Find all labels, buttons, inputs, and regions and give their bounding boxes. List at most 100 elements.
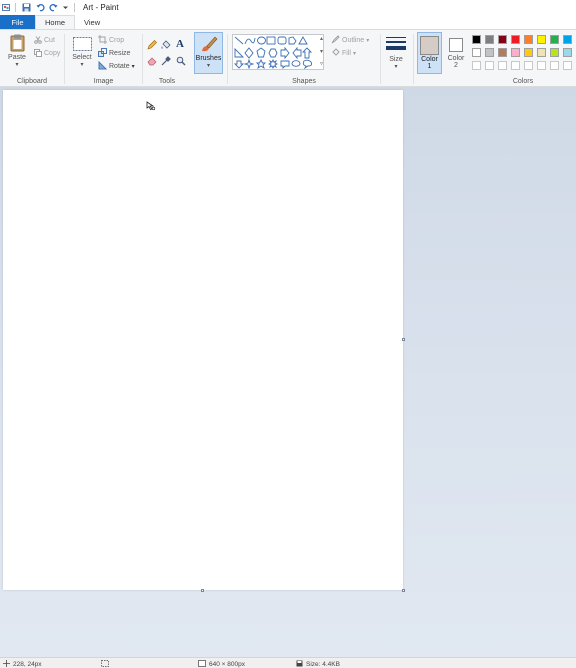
shapes-expand-icon[interactable]: ▿ <box>320 60 323 67</box>
palette-swatch[interactable] <box>524 35 533 44</box>
tab-file[interactable]: File <box>0 15 35 29</box>
text-tool-icon[interactable]: A <box>176 38 184 50</box>
palette-swatch[interactable] <box>537 35 546 44</box>
selection-icon <box>101 660 109 668</box>
color2-number: 2 <box>454 62 458 69</box>
undo-icon[interactable] <box>36 3 45 12</box>
cursor-position-text: 228, 24px <box>13 661 42 668</box>
palette-swatch[interactable] <box>511 61 520 70</box>
save-icon[interactable] <box>22 3 31 12</box>
crop-icon <box>98 35 107 46</box>
cursor-icon <box>146 101 156 113</box>
file-size-text: Size: 4.4KB <box>306 661 340 668</box>
crop-label: Crop <box>109 37 125 44</box>
image-group: Select ▾ Crop Resize Rotate ▾ Image <box>65 30 142 87</box>
palette-swatch[interactable] <box>472 35 481 44</box>
paint-app-icon[interactable] <box>2 3 11 12</box>
colors-group: Colors <box>470 30 576 87</box>
brushes-button[interactable]: Brushes ▾ <box>194 32 223 74</box>
palette-swatch[interactable] <box>563 35 572 44</box>
palette-swatch[interactable] <box>524 48 533 57</box>
brushes-label: Brushes <box>195 55 222 62</box>
select-button[interactable]: Select ▾ <box>71 34 93 74</box>
pencil-icon[interactable] <box>147 40 157 52</box>
outline-button[interactable]: Outline ▾ <box>331 35 369 46</box>
fill-button[interactable]: Fill ▾ <box>331 48 356 59</box>
palette-swatch[interactable] <box>563 61 572 70</box>
palette-swatch[interactable] <box>550 61 559 70</box>
paste-button[interactable]: Paste ▾ <box>5 34 29 74</box>
color1-swatch <box>420 36 439 55</box>
brushes-dropdown-icon: ▾ <box>206 63 210 69</box>
color2-label: Color <box>447 55 465 62</box>
select-dropdown-icon: ▾ <box>80 62 84 68</box>
rotate-dropdown-icon: ▾ <box>131 64 135 70</box>
canvas-size: 640 × 800px <box>198 660 245 668</box>
resize-button[interactable]: Resize <box>98 48 130 59</box>
palette-swatch[interactable] <box>550 35 559 44</box>
drawing-canvas[interactable] <box>3 90 403 590</box>
palette-swatch[interactable] <box>485 61 494 70</box>
cursor-position: 228, 24px <box>3 660 42 668</box>
redo-icon[interactable] <box>49 3 58 12</box>
ribbon: Paste ▾ Cut Copy Clipboard Select ▾ Crop… <box>0 29 576 87</box>
clipboard-group: Paste ▾ Cut Copy Clipboard <box>0 30 64 87</box>
outline-icon <box>331 35 340 46</box>
palette-swatch[interactable] <box>498 35 507 44</box>
brush-icon <box>200 35 218 53</box>
copy-button[interactable]: Copy <box>34 48 60 59</box>
resize-handle-bottom[interactable] <box>201 589 204 592</box>
shapes-scroll-down-icon[interactable]: ▾ <box>320 48 323 55</box>
resize-handle-corner[interactable] <box>402 589 405 592</box>
ribbon-tabs: File Home View <box>0 15 576 29</box>
size-button[interactable]: Size ▾ <box>384 34 408 76</box>
scissors-icon <box>34 35 42 46</box>
crosshair-icon <box>3 660 10 668</box>
tab-home[interactable]: Home <box>35 15 76 29</box>
customize-quick-access-icon[interactable] <box>61 3 70 12</box>
title-bar: Art - Paint <box>0 0 576 15</box>
fill-bucket-icon[interactable] <box>161 40 171 52</box>
disk-icon <box>296 660 303 668</box>
window-title: Art - Paint <box>83 3 119 12</box>
cut-button[interactable]: Cut <box>34 35 55 46</box>
palette-swatch[interactable] <box>472 48 481 57</box>
shapes-scroll-up-icon[interactable]: ▴ <box>320 35 323 42</box>
copy-icon <box>34 48 42 59</box>
color1-button[interactable]: Color 1 <box>417 32 442 74</box>
canvas-workspace <box>0 87 576 657</box>
palette-swatch[interactable] <box>485 48 494 57</box>
palette-swatch[interactable] <box>537 61 546 70</box>
tab-view[interactable]: View <box>75 15 109 29</box>
palette-swatch[interactable] <box>550 48 559 57</box>
palette-swatch[interactable] <box>524 61 533 70</box>
palette-swatch[interactable] <box>498 61 507 70</box>
paste-icon <box>9 34 26 52</box>
resize-handle-right[interactable] <box>402 338 405 341</box>
image-group-label: Image <box>93 78 114 85</box>
color2-button[interactable]: Color 2 <box>444 32 468 74</box>
palette-swatch[interactable] <box>511 48 520 57</box>
palette-swatch[interactable] <box>511 35 520 44</box>
selection-size <box>101 660 112 668</box>
outline-label: Outline <box>342 37 365 44</box>
fill-label: Fill <box>342 50 351 57</box>
palette-swatch[interactable] <box>485 35 494 44</box>
color1-label: Color <box>421 56 438 63</box>
size-label: Size <box>389 56 403 63</box>
palette-swatch[interactable] <box>537 48 546 57</box>
palette-swatch[interactable] <box>563 48 572 57</box>
eraser-icon[interactable] <box>147 56 157 68</box>
fill-dropdown-icon: ▾ <box>352 51 356 57</box>
crop-button[interactable]: Crop <box>98 35 124 46</box>
title-separator <box>15 3 16 12</box>
shapes-gallery[interactable] <box>232 34 324 70</box>
fill-icon <box>331 48 340 59</box>
magnifier-icon[interactable] <box>176 56 186 68</box>
color-picker-icon[interactable] <box>161 56 171 68</box>
palette-swatch[interactable] <box>472 61 481 70</box>
cut-label: Cut <box>44 37 55 44</box>
color2-swatch <box>449 38 463 52</box>
rotate-button[interactable]: Rotate ▾ <box>98 60 135 72</box>
palette-swatch[interactable] <box>498 48 507 57</box>
